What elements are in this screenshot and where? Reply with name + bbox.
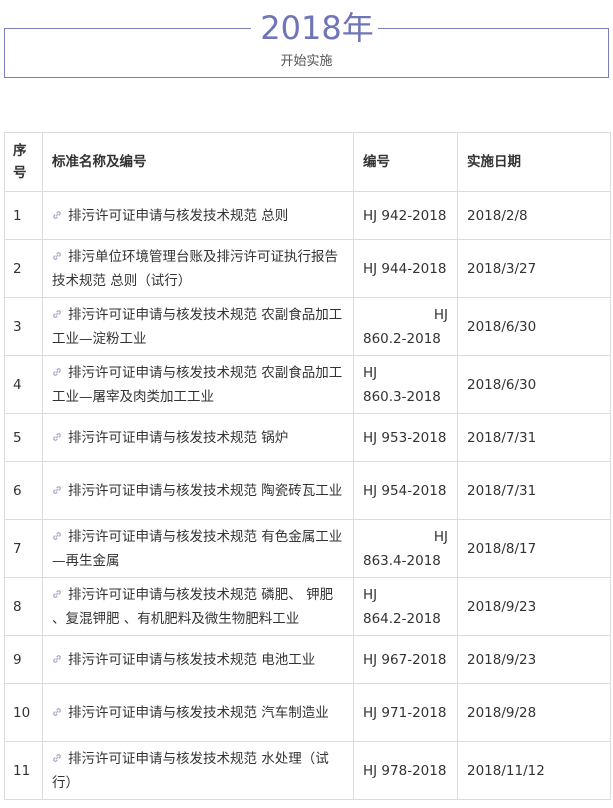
column-header-index: 序号 [4, 132, 43, 192]
standard-name-text[interactable]: 排污许可证申请与核发技术规范 水处理（试行） [52, 751, 329, 791]
column-header-code: 编号 [353, 132, 458, 192]
table-row: 8 排污许可证申请与核发技术规范 磷肥、 钾肥 、复混钾肥 、有机肥料及微生物肥料… [4, 577, 611, 636]
standard-name-text[interactable]: 排污单位环境管理台账及排污许可证执行报告技术规范 总则（试行） [52, 249, 338, 289]
row-standard-name[interactable]: 排污许可证申请与核发技术规范 锅炉 [42, 413, 354, 462]
row-standard-name[interactable]: 排污许可证申请与核发技术规范 电池工业 [42, 635, 354, 684]
row-code: HJ 971-2018 [353, 683, 458, 742]
row-index: 3 [4, 297, 43, 356]
row-standard-name[interactable]: 排污许可证申请与核发技术规范 农副食品加工工业—淀粉工业 [42, 297, 354, 356]
row-index: 9 [4, 635, 43, 684]
standard-name-text[interactable]: 排污许可证申请与核发技术规范 磷肥、 钾肥 、复混钾肥 、有机肥料及微生物肥料工… [52, 587, 333, 627]
row-standard-name[interactable]: 排污许可证申请与核发技术规范 总则 [42, 191, 354, 240]
row-standard-name[interactable]: 排污许可证申请与核发技术规范 汽车制造业 [42, 683, 354, 742]
row-date: 2018/9/23 [457, 577, 611, 636]
table-row: 2 排污单位环境管理台账及排污许可证执行报告技术规范 总则（试行） HJ 944-2… [4, 239, 611, 298]
row-index: 1 [4, 191, 43, 240]
row-date: 2018/7/31 [457, 461, 611, 520]
link-icon [52, 303, 62, 318]
standard-name-text[interactable]: 排污许可证申请与核发技术规范 汽车制造业 [68, 705, 329, 721]
row-standard-name[interactable]: 排污单位环境管理台账及排污许可证执行报告技术规范 总则（试行） [42, 239, 354, 298]
link-icon [52, 426, 62, 441]
table-row: 6 排污许可证申请与核发技术规范 陶瓷砖瓦工业 HJ 954-2018 2018/7/… [4, 461, 611, 520]
page: 2018年 开始实施 序号 标准名称及编号 编号 实施日期 1 排污许可证申请与核… [0, 0, 613, 808]
link-icon [52, 583, 62, 598]
row-code: HJ 942-2018 [353, 191, 458, 240]
table-row: 4 排污许可证申请与核发技术规范 农副食品加工工业—屠宰及肉类加工工业 HJ 860.… [4, 355, 611, 414]
link-icon [52, 701, 62, 716]
row-code: HJ 954-2018 [353, 461, 458, 520]
row-index: 7 [4, 519, 43, 578]
link-icon [52, 648, 62, 663]
standard-name-text[interactable]: 排污许可证申请与核发技术规范 总则 [68, 208, 288, 224]
header-rule-left [5, 28, 251, 29]
standards-table: 序号 标准名称及编号 编号 实施日期 1 排污许可证申请与核发技术规范 总则 HJ … [4, 132, 611, 800]
row-index: 2 [4, 239, 43, 298]
row-date: 2018/9/23 [457, 635, 611, 684]
row-code: HJ 864.2-2018 [353, 577, 458, 636]
table-row: 1 排污许可证申请与核发技术规范 总则 HJ 942-2018 2018/2/8 [4, 191, 611, 240]
row-index: 10 [4, 683, 43, 742]
code-prefix: HJ [433, 528, 448, 545]
table-row: 10 排污许可证申请与核发技术规范 汽车制造业 HJ 971-2018 2018/9/… [4, 683, 611, 742]
standard-name-text[interactable]: 排污许可证申请与核发技术规范 农副食品加工工业—淀粉工业 [52, 307, 342, 347]
code-prefix: HJ [433, 306, 448, 323]
link-icon [52, 361, 62, 376]
code-prefix: HJ [363, 364, 378, 381]
link-icon [52, 479, 62, 494]
row-standard-name[interactable]: 排污许可证申请与核发技术规范 磷肥、 钾肥 、复混钾肥 、有机肥料及微生物肥料工… [42, 577, 354, 636]
row-code: HJ 863.4-2018 [353, 519, 458, 578]
row-index: 8 [4, 577, 43, 636]
row-date: 2018/6/30 [457, 355, 611, 414]
standard-name-text[interactable]: 排污许可证申请与核发技术规范 陶瓷砖瓦工业 [68, 483, 342, 499]
year-title: 2018年 [260, 9, 374, 47]
standard-name-text[interactable]: 排污许可证申请与核发技术规范 有色金属工业—再生金属 [52, 529, 342, 569]
code-number: 863.4-2018 [363, 552, 441, 569]
row-code: HJ 860.2-2018 [353, 297, 458, 356]
link-icon [52, 245, 62, 260]
link-icon [52, 204, 62, 219]
row-date: 2018/9/28 [457, 683, 611, 742]
standard-name-text[interactable]: 排污许可证申请与核发技术规范 锅炉 [68, 430, 288, 446]
link-icon [52, 747, 62, 762]
code-prefix: HJ [363, 586, 378, 603]
row-date: 2018/8/17 [457, 519, 611, 578]
link-icon [52, 525, 62, 540]
row-date: 2018/2/8 [457, 191, 611, 240]
row-code: HJ 978-2018 [353, 741, 458, 800]
row-code: HJ 953-2018 [353, 413, 458, 462]
standard-name-text[interactable]: 排污许可证申请与核发技术规范 农副食品加工工业—屠宰及肉类加工工业 [52, 365, 342, 405]
code-number: 860.3-2018 [363, 388, 441, 405]
row-code: HJ 944-2018 [353, 239, 458, 298]
row-date: 2018/3/27 [457, 239, 611, 298]
table-row: 3 排污许可证申请与核发技术规范 农副食品加工工业—淀粉工业 HJ 860.2-201… [4, 297, 611, 356]
year-subtitle: 开始实施 [280, 54, 333, 69]
header-rule-right [378, 28, 608, 29]
column-header-name: 标准名称及编号 [42, 132, 354, 192]
column-header-date: 实施日期 [457, 132, 611, 192]
row-standard-name[interactable]: 排污许可证申请与核发技术规范 陶瓷砖瓦工业 [42, 461, 354, 520]
table-row: 11 排污许可证申请与核发技术规范 水处理（试行） HJ 978-2018 2018/… [4, 741, 611, 800]
row-date: 2018/11/12 [457, 741, 611, 800]
row-date: 2018/7/31 [457, 413, 611, 462]
table-header-row: 序号 标准名称及编号 编号 实施日期 [4, 132, 611, 192]
row-index: 4 [4, 355, 43, 414]
table-row: 9 排污许可证申请与核发技术规范 电池工业 HJ 967-2018 2018/9/23 [4, 635, 611, 684]
code-number: 864.2-2018 [363, 610, 441, 627]
row-standard-name[interactable]: 排污许可证申请与核发技术规范 农副食品加工工业—屠宰及肉类加工工业 [42, 355, 354, 414]
year-header: 2018年 开始实施 [4, 10, 609, 78]
row-index: 5 [4, 413, 43, 462]
table-row: 7 排污许可证申请与核发技术规范 有色金属工业—再生金属 HJ 863.4-2018 2… [4, 519, 611, 578]
row-code: HJ 967-2018 [353, 635, 458, 684]
row-index: 6 [4, 461, 43, 520]
standard-name-text[interactable]: 排污许可证申请与核发技术规范 电池工业 [68, 652, 315, 668]
table-row: 5 排污许可证申请与核发技术规范 锅炉 HJ 953-2018 2018/7/31 [4, 413, 611, 462]
row-index: 11 [4, 741, 43, 800]
row-standard-name[interactable]: 排污许可证申请与核发技术规范 有色金属工业—再生金属 [42, 519, 354, 578]
table-body: 1 排污许可证申请与核发技术规范 总则 HJ 942-2018 2018/2/8 2 排污… [4, 191, 611, 800]
row-standard-name[interactable]: 排污许可证申请与核发技术规范 水处理（试行） [42, 741, 354, 800]
row-date: 2018/6/30 [457, 297, 611, 356]
row-code: HJ 860.3-2018 [353, 355, 458, 414]
code-number: 860.2-2018 [363, 330, 441, 347]
